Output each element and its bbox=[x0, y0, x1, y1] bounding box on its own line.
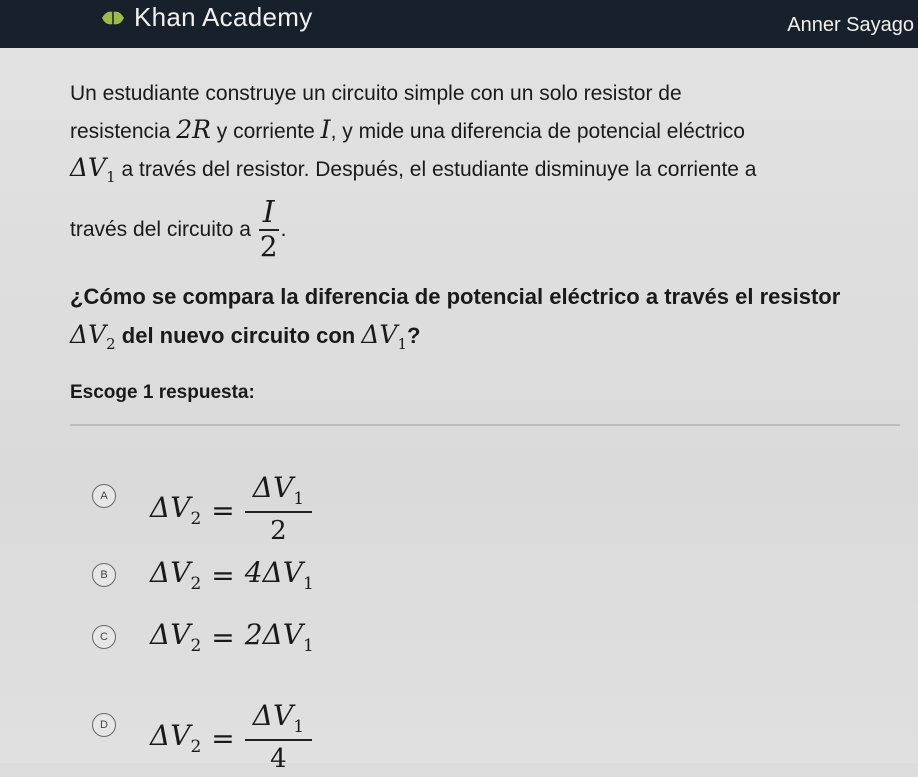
fraction-denominator: 2 bbox=[259, 230, 278, 264]
choice-b-expression: ΔV2 = 4ΔV1 bbox=[150, 556, 314, 594]
numerator-text: ΔV bbox=[252, 699, 294, 732]
fraction: ΔV1 4 bbox=[244, 699, 313, 777]
brand-link[interactable]: Khan Academy bbox=[100, 2, 313, 33]
lhs: ΔV2 bbox=[150, 618, 201, 656]
khan-academy-leaf-icon bbox=[102, 11, 124, 24]
radio-button-d[interactable]: D bbox=[92, 713, 116, 737]
subscript: 2 bbox=[190, 636, 202, 656]
delta-v-text: ΔV bbox=[361, 320, 398, 349]
top-navigation-bar: Khan Academy Anner Sayago bbox=[0, 0, 918, 48]
radio-button-a[interactable]: A bbox=[92, 484, 116, 508]
lhs: ΔV2 bbox=[150, 491, 201, 529]
exercise-content: Un estudiante construye un circuito simp… bbox=[0, 48, 918, 774]
fraction-numerator: ΔV1 bbox=[244, 699, 313, 741]
problem-text: a través del resistor. Después, el estud… bbox=[115, 158, 757, 181]
problem-text: través del circuito a bbox=[70, 218, 257, 241]
fraction-denominator: 4 bbox=[270, 744, 287, 774]
subscript: 2 bbox=[106, 335, 116, 353]
problem-line-4: través del circuito a I2. bbox=[70, 195, 910, 265]
rhs-text: 4ΔV bbox=[244, 556, 304, 589]
lhs-text: ΔV bbox=[150, 491, 191, 524]
equals-sign: = bbox=[211, 558, 235, 592]
user-name[interactable]: Anner Sayago bbox=[787, 14, 914, 37]
lhs-text: ΔV bbox=[150, 556, 191, 589]
resistance-expression: 2R bbox=[176, 115, 211, 144]
lhs: ΔV2 bbox=[150, 556, 201, 594]
choice-d[interactable]: D ΔV2 = ΔV1 4 bbox=[92, 673, 313, 777]
delta-v2-symbol: ΔV2 bbox=[70, 320, 116, 353]
subscript: 1 bbox=[106, 168, 116, 186]
lhs-text: ΔV bbox=[150, 719, 191, 752]
subscript: 1 bbox=[293, 717, 305, 737]
subscript: 2 bbox=[190, 509, 202, 529]
choice-c-expression: ΔV2 = 2ΔV1 bbox=[150, 618, 314, 656]
choice-a-expression: ΔV2 = ΔV1 2 bbox=[150, 471, 313, 549]
choice-a[interactable]: A ΔV2 = ΔV1 2 bbox=[92, 443, 313, 549]
delta-v-text: ΔV bbox=[70, 153, 107, 182]
lhs: ΔV2 bbox=[150, 719, 201, 757]
problem-text: y corriente bbox=[210, 120, 321, 143]
question-text-part: del nuevo circuito con bbox=[115, 323, 362, 348]
radio-button-b[interactable]: B bbox=[92, 563, 116, 587]
rhs-text: 2ΔV bbox=[244, 618, 304, 651]
equals-sign: = bbox=[211, 493, 235, 527]
equals-sign: = bbox=[211, 620, 235, 654]
question-text: ¿Cómo se compara la diferencia de potenc… bbox=[70, 278, 910, 363]
fraction: ΔV1 2 bbox=[244, 471, 313, 549]
question-line-2: ΔV2 del nuevo circuito con ΔV1? bbox=[70, 316, 910, 363]
equals-sign: = bbox=[211, 721, 235, 755]
lhs-text: ΔV bbox=[150, 618, 191, 651]
question-mark: ? bbox=[407, 323, 421, 348]
subscript: 2 bbox=[190, 737, 202, 757]
delta-v-text: ΔV bbox=[70, 320, 107, 349]
subscript: 1 bbox=[397, 335, 408, 353]
problem-line-2: resistencia 2R y corriente I, y mide una… bbox=[70, 112, 910, 150]
rhs: 4ΔV1 bbox=[245, 556, 314, 594]
radio-button-c[interactable]: C bbox=[92, 625, 116, 649]
fraction-denominator: 2 bbox=[270, 516, 287, 546]
subscript: 2 bbox=[190, 574, 202, 594]
problem-text: . bbox=[280, 218, 287, 241]
current-symbol: I bbox=[320, 115, 331, 144]
subscript: 1 bbox=[293, 489, 305, 509]
problem-statement: Un estudiante construye un circuito simp… bbox=[70, 76, 910, 265]
numerator-text: ΔV bbox=[252, 471, 294, 504]
problem-line-3: ΔV1 a través del resistor. Después, el e… bbox=[70, 150, 910, 195]
fraction-numerator: ΔV1 bbox=[244, 471, 313, 513]
rhs: 2ΔV1 bbox=[245, 618, 314, 656]
divider bbox=[70, 424, 900, 426]
choice-b[interactable]: B ΔV2 = 4ΔV1 bbox=[92, 556, 314, 594]
current-half-fraction: I2 bbox=[258, 197, 279, 264]
problem-line-1: Un estudiante construye un circuito simp… bbox=[70, 82, 682, 105]
subscript: 1 bbox=[303, 574, 314, 594]
choice-c[interactable]: C ΔV2 = 2ΔV1 bbox=[92, 618, 314, 656]
question-line-1: ¿Cómo se compara la diferencia de potenc… bbox=[70, 284, 841, 309]
problem-text: resistencia bbox=[70, 120, 177, 143]
delta-v1-symbol: ΔV1 bbox=[361, 320, 407, 353]
choice-d-expression: ΔV2 = ΔV1 4 bbox=[150, 699, 313, 777]
problem-text: , y mide una diferencia de potencial elé… bbox=[330, 120, 745, 143]
delta-v1-symbol: ΔV1 bbox=[70, 153, 116, 186]
subscript: 1 bbox=[303, 636, 314, 656]
choose-answer-prompt: Escoge 1 respuesta: bbox=[70, 382, 255, 403]
brand-name: Khan Academy bbox=[134, 2, 313, 32]
fraction-numerator: I bbox=[258, 197, 279, 232]
